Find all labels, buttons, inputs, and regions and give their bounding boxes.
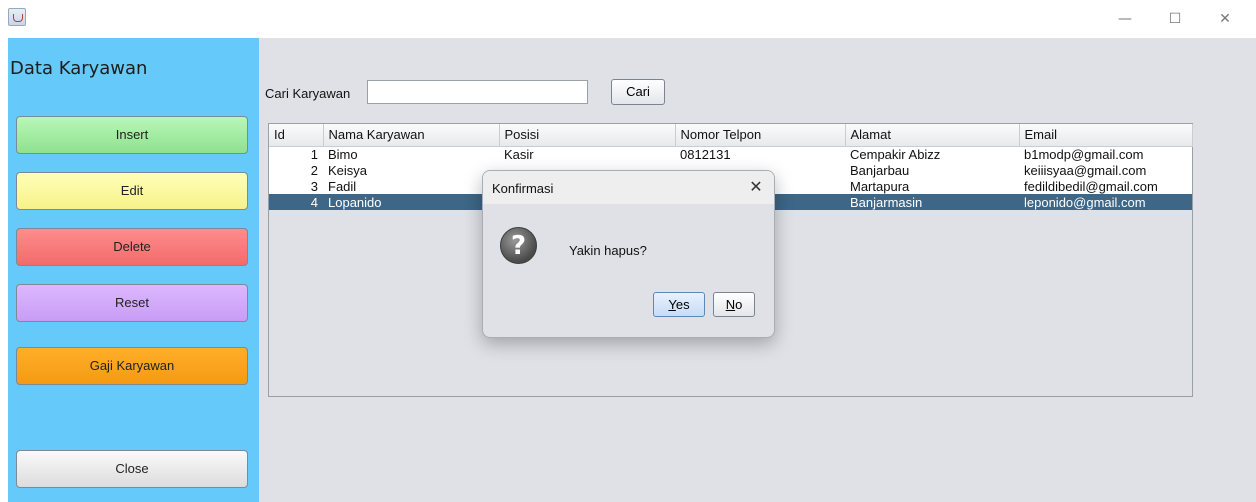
question-icon: ? — [500, 227, 537, 264]
cell-email: keiiisyaa@gmail.com — [1019, 162, 1192, 178]
cell-id: 1 — [269, 146, 323, 162]
no-label-rest: o — [735, 297, 743, 312]
cell-email: leponido@gmail.com — [1019, 194, 1192, 210]
window-close-icon[interactable]: ✕ — [1210, 8, 1240, 30]
search-input[interactable] — [367, 80, 588, 104]
gaji-karyawan-button[interactable]: Gaji Karyawan — [16, 347, 248, 385]
close-button[interactable]: Close — [16, 450, 248, 488]
yes-button[interactable]: Yes — [653, 292, 705, 317]
edit-button[interactable]: Edit — [16, 172, 248, 210]
cell-alamat: Banjarmasin — [845, 194, 1019, 210]
table-header: Id Nama Karyawan Posisi Nomor Telpon Ala… — [269, 124, 1193, 147]
sidebar-title: Data Karyawan — [10, 58, 148, 79]
sidebar: Data Karyawan Insert Edit Delete Reset G… — [8, 38, 259, 502]
minimize-icon[interactable]: — — [1110, 8, 1140, 30]
column-header-email[interactable]: Email — [1019, 124, 1193, 147]
no-mnemonic: N — [725, 297, 736, 312]
yes-mnemonic: Y — [668, 297, 676, 312]
cell-telpon: 0812131 — [675, 146, 845, 162]
dialog-message: Yakin hapus? — [569, 243, 647, 258]
cell-nama: Fadil — [323, 178, 499, 194]
cell-alamat: Martapura — [845, 178, 1019, 194]
cell-email: b1modp@gmail.com — [1019, 146, 1192, 162]
cell-nama: Keisya — [323, 162, 499, 178]
yes-label-rest: es — [675, 297, 690, 312]
cell-id: 4 — [269, 194, 323, 210]
delete-button[interactable]: Delete — [16, 228, 248, 266]
cell-email: fedildibedil@gmail.com — [1019, 178, 1192, 194]
maximize-icon[interactable]: ☐ — [1160, 8, 1190, 30]
cell-nama: Lopanido — [323, 194, 499, 210]
cell-alamat: Banjarbau — [845, 162, 1019, 178]
dialog-title: Konfirmasi — [492, 181, 554, 196]
table-row[interactable]: 1 Bimo Kasir 0812131 Cempakir Abizz b1mo… — [269, 146, 1192, 162]
column-header-posisi[interactable]: Posisi — [499, 124, 676, 147]
cell-id: 3 — [269, 178, 323, 194]
cell-alamat: Cempakir Abizz — [845, 146, 1019, 162]
cell-posisi: Kasir — [499, 146, 675, 162]
column-header-id[interactable]: Id — [269, 124, 324, 147]
search-button[interactable]: Cari — [611, 79, 665, 105]
java-app-icon — [8, 8, 26, 26]
column-header-alamat[interactable]: Alamat — [845, 124, 1020, 147]
cell-nama: Bimo — [323, 146, 499, 162]
cell-id: 2 — [269, 162, 323, 178]
confirm-dialog: Konfirmasi ✕ ? Yakin hapus? Yes No — [482, 170, 775, 338]
column-header-nama[interactable]: Nama Karyawan — [323, 124, 500, 147]
column-header-telpon[interactable]: Nomor Telpon — [675, 124, 846, 147]
window-titlebar: — ☐ ✕ — [0, 0, 1256, 38]
no-button[interactable]: No — [713, 292, 755, 317]
reset-button[interactable]: Reset — [16, 284, 248, 322]
search-label: Cari Karyawan — [265, 86, 351, 101]
insert-button[interactable]: Insert — [16, 116, 248, 154]
close-icon[interactable]: ✕ — [746, 177, 766, 197]
